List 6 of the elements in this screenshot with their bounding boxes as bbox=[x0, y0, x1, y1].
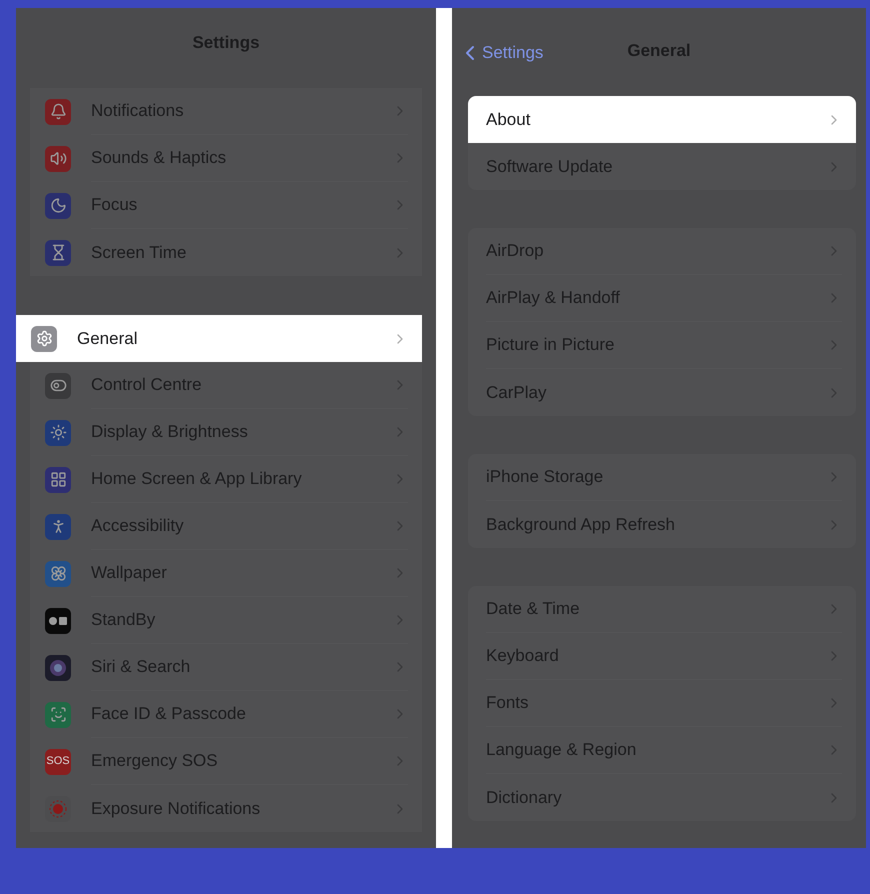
row-label: About bbox=[486, 108, 532, 131]
settings-row[interactable]: General bbox=[16, 315, 422, 362]
settings-row[interactable]: About bbox=[468, 96, 856, 143]
row-label: General bbox=[77, 328, 138, 350]
back-button[interactable]: Settings bbox=[458, 40, 544, 66]
sos-icon: SOS bbox=[45, 748, 71, 774]
